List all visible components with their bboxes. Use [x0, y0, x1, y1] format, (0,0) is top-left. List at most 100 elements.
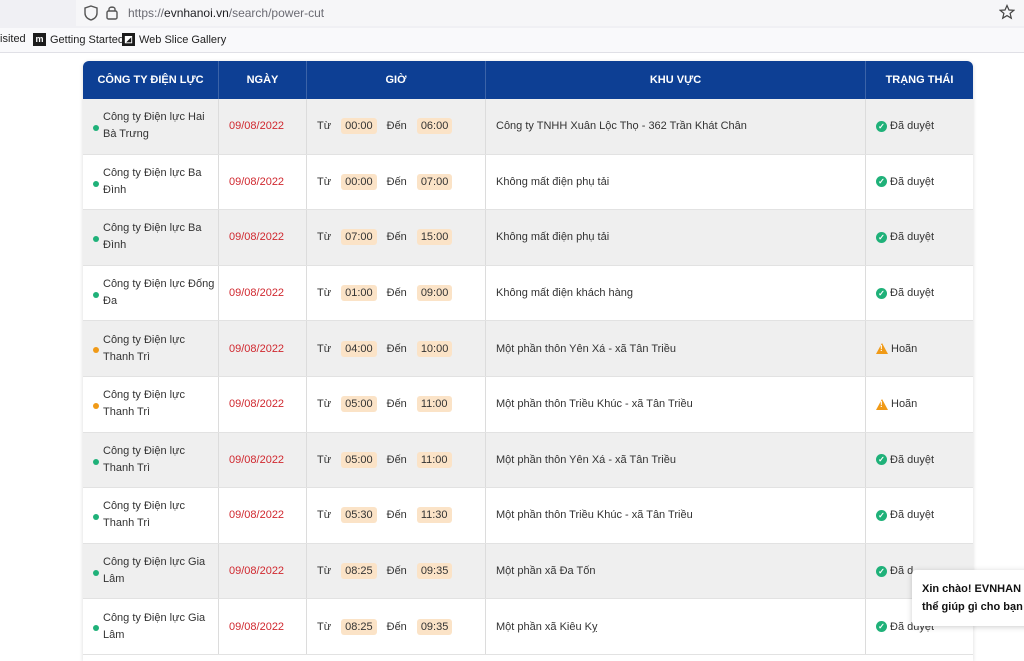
status-text: Đã duyệt	[890, 453, 935, 466]
time-cell: Từ 05:00 Đến 11:00	[307, 432, 486, 488]
company-name: Công ty Điện lực Thanh Trì	[103, 389, 185, 419]
from-time: 08:25	[341, 563, 377, 580]
status-dot	[93, 236, 99, 243]
power-cut-table: CÔNG TY ĐIỆN LỰC NGÀY GIỜ KHU VỰC TRẠNG …	[83, 61, 973, 661]
area-cell: Một phần thôn Triều Khúc - xã Tân Triều	[486, 488, 866, 543]
from-time: 01:00	[341, 285, 377, 302]
bookmark-label: isited	[0, 33, 26, 45]
header-status: TRẠNG THÁI	[885, 74, 954, 86]
from-time: 05:00	[341, 451, 377, 468]
company-name: Công ty Điện lực Ba Đình	[103, 166, 202, 196]
company-name: Công ty Điện lực Thanh Trì	[103, 444, 185, 474]
check-circle-icon: ✓	[876, 287, 887, 299]
status-text: Đã duyệt	[890, 231, 935, 244]
from-label: Từ	[317, 398, 332, 411]
company-cell: Công ty Điện lực Hai Bà Trưng	[83, 99, 219, 154]
table-row: Công ty Điện lực Đống Đa 09/08/2022 Từ 01:0…	[83, 265, 973, 322]
to-time: 09:35	[416, 618, 453, 635]
bookmark-label: Web Slice Gallery	[139, 33, 227, 46]
header-area: KHU VỰC	[486, 61, 866, 99]
from-time: 00:00	[341, 173, 377, 190]
company-name: Công ty Điện lực Hai Bà Trưng	[103, 111, 205, 141]
warning-icon	[876, 343, 888, 355]
from-time: 05:30	[341, 507, 377, 524]
area-cell: Một phần thôn Yên Xá - xã Tân Triều	[486, 321, 866, 376]
date-cell: 09/08/2022	[219, 321, 307, 376]
to-time: 09:35	[416, 563, 453, 580]
company-cell: Công ty Điện lực Ba Đình	[83, 210, 219, 265]
date-cell: 09/08/2022	[219, 99, 307, 154]
time-cell: Từ 01:00 Đến 09:00	[307, 265, 486, 321]
table-row: Công ty Điện lực Thanh Trì 09/08/2022 Từ 04…	[83, 321, 973, 377]
to-label: Đến	[386, 175, 407, 188]
header-time: GIỜ	[307, 61, 486, 99]
status-dot	[93, 625, 99, 632]
company-cell: Công ty Điện lực Thanh Trì	[83, 321, 219, 376]
web-slice-icon: ◩	[122, 33, 135, 46]
to-time: 15:00	[416, 229, 453, 246]
date-cell: 09/08/2022	[219, 599, 307, 654]
area-cell: Một phần thôn Yên Xá - xã Tân Triều	[486, 432, 866, 488]
time-cell: Từ 05:30 Đến 11:30	[307, 488, 486, 543]
browser-toolbar: https://evnhanoi.vn/search/power-cut	[0, 0, 1024, 28]
area-cell: Một phần xã Kiêu Kỵ	[486, 599, 866, 654]
shield-icon[interactable]	[84, 5, 98, 21]
status-cell: Hoãn	[866, 321, 973, 376]
url-text[interactable]: https://evnhanoi.vn/search/power-cut	[128, 6, 324, 20]
to-label: Đến	[386, 398, 407, 411]
from-label: Từ	[317, 231, 332, 244]
lock-icon[interactable]	[106, 5, 118, 20]
to-label: Đến	[386, 120, 407, 133]
status-text: Đã duyệt	[890, 120, 935, 133]
area-cell: Không mất điện khách hàng	[486, 265, 866, 321]
url-host: evnhanoi.vn	[164, 6, 229, 20]
to-time: 07:00	[416, 173, 453, 190]
status-cell: Hoãn	[866, 377, 973, 432]
check-circle-icon: ✓	[876, 565, 887, 577]
from-time: 08:25	[341, 618, 377, 635]
status-dot	[93, 291, 99, 298]
time-cell: Từ 00:00 Đến 07:00	[307, 154, 486, 210]
check-circle-icon: ✓	[876, 231, 887, 243]
warning-icon	[876, 398, 888, 410]
table-row: Công ty Điện lực Ba Đình 09/08/2022 Từ 00:0…	[83, 154, 973, 211]
status-dot	[93, 514, 99, 521]
bookmark-getting-started[interactable]: m Getting Started	[33, 33, 124, 46]
bookmark-star-icon[interactable]	[999, 4, 1015, 20]
date-cell: 09/08/2022	[219, 210, 307, 265]
check-circle-icon: ✓	[876, 509, 887, 521]
time-cell: Từ 00:00 Đến 06:00	[307, 99, 486, 154]
to-label: Đến	[386, 620, 407, 633]
table-row: Công ty Điện lực Hai Bà Trưng 09/08/2022 T…	[83, 99, 973, 155]
from-label: Từ	[317, 453, 332, 466]
from-label: Từ	[317, 342, 332, 355]
table-header: CÔNG TY ĐIỆN LỰC NGÀY GIỜ KHU VỰC TRẠNG …	[83, 61, 973, 99]
area-cell: Không mất điện phụ tải	[486, 154, 866, 210]
table-body: Công ty Điện lực Hai Bà Trưng 09/08/2022 T…	[83, 99, 973, 655]
area-cell: Công ty TNHH Xuân Lộc Thọ - 362 Trần Khá…	[486, 99, 866, 154]
table-row: Công ty Điện lực Gia Lâm 09/08/2022 Từ 08:2…	[83, 543, 973, 600]
url-scheme: https://	[128, 6, 165, 20]
header-company: CÔNG TY ĐIỆN LỰC	[83, 61, 219, 99]
from-time: 05:00	[341, 396, 377, 413]
company-cell: Công ty Điện lực Đống Đa	[83, 265, 219, 321]
to-time: 09:00	[416, 285, 453, 302]
from-label: Từ	[317, 175, 332, 188]
table-row: Công ty Điện lực Thanh Trì 09/08/2022 Từ 05…	[83, 432, 973, 489]
table-row: Công ty Điện lực Ba Đình 09/08/2022 Từ 07:0…	[83, 210, 973, 266]
area-cell: Không mất điện phụ tải	[486, 210, 866, 265]
date-cell: 09/08/2022	[219, 154, 307, 210]
company-name: Công ty Điện lực Gia Lâm	[103, 556, 206, 586]
status-cell: ✓ Đã duyệt	[866, 488, 973, 543]
bookmark-web-slice-gallery[interactable]: ◩ Web Slice Gallery	[122, 33, 226, 46]
date-cell: 09/08/2022	[219, 432, 307, 488]
bookmark-most-visited[interactable]: isited	[0, 33, 26, 45]
status-dot	[93, 458, 99, 465]
table-row: Công ty Điện lực Thanh Trì 09/08/2022 Từ 05…	[83, 488, 973, 544]
to-label: Đến	[386, 453, 407, 466]
from-label: Từ	[317, 120, 332, 133]
chat-popup[interactable]: Xin chào! EVNHAN thể giúp gì cho bạn	[912, 570, 1024, 626]
company-name: Công ty Điện lực Đống Đa	[103, 278, 215, 308]
status-dot	[93, 347, 99, 354]
company-cell: Công ty Điện lực Ba Đình	[83, 154, 219, 210]
